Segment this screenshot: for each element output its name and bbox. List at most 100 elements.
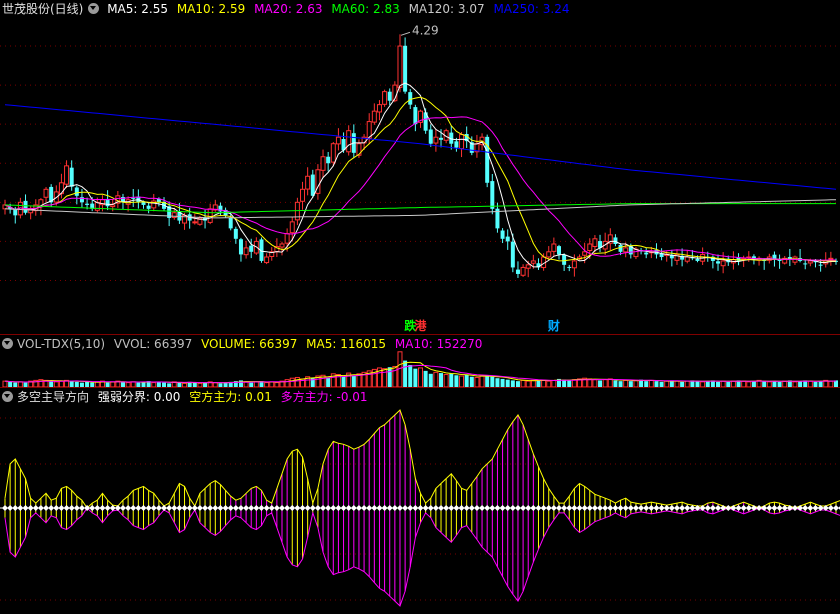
candle-body-up [43, 188, 49, 198]
legend-long: 多方主力: -0.01 [280, 390, 368, 404]
osc-zero-marker [94, 505, 101, 511]
osc-zero-marker [586, 505, 593, 511]
osc-zero-marker [761, 505, 768, 511]
osc-zero-marker [679, 505, 686, 511]
volume-bar-down [613, 380, 618, 387]
volume-bar-down [326, 377, 331, 387]
volume-bar-down [464, 374, 469, 387]
osc-zero-marker [812, 505, 819, 511]
vol-title[interactable]: VOL-TDX(5,10) [17, 337, 105, 351]
osc-zero-marker [484, 505, 491, 511]
volume-bar-up [602, 379, 608, 387]
osc-zero-marker [386, 505, 393, 511]
osc-zero-marker [381, 505, 388, 511]
osc-zero-marker [125, 505, 132, 511]
dropdown-icon[interactable] [88, 3, 100, 14]
price-panel[interactable]: 世茂股份(日线) MA5: 2.55 MA10: 2.59 MA20: 2.63… [0, 0, 840, 334]
candle-body-up [741, 257, 747, 260]
osc-lower-envelope [4, 507, 840, 607]
osc-zero-marker [232, 505, 239, 511]
volume-bar-down [408, 365, 413, 387]
osc-zero-marker [684, 505, 691, 511]
osc-zero-marker [196, 505, 203, 511]
osc-zero-marker [653, 505, 660, 511]
candle-body-up [330, 143, 336, 163]
osc-zero-marker [335, 505, 342, 511]
candle-body-down [146, 205, 151, 209]
dropdown-icon[interactable] [2, 338, 13, 349]
osc-zero-marker [802, 505, 809, 511]
candle-body-down [141, 202, 146, 205]
candle-body-up [376, 104, 382, 113]
osc-zero-marker [99, 505, 106, 511]
osc-title[interactable]: 多空主导方向 [17, 390, 89, 404]
event-badge[interactable]: 港 [415, 319, 427, 333]
legend-boundary: 强弱分界: 0.00 [97, 390, 181, 404]
legend-ma5: MA5: 2.55 [107, 2, 168, 16]
osc-zero-marker [202, 505, 209, 511]
osc-zero-marker [720, 505, 727, 511]
osc-zero-marker [32, 505, 39, 511]
price-stock-title[interactable]: 世茂股份(日线) [2, 2, 83, 16]
osc-zero-marker [371, 505, 378, 511]
osc-zero-marker [263, 505, 270, 511]
candle-body-down [500, 230, 505, 239]
osc-zero-marker [376, 505, 383, 511]
candle-body-up [279, 243, 285, 248]
osc-zero-marker [279, 505, 285, 511]
osc-zero-marker [494, 505, 501, 511]
candle-body-up [520, 266, 526, 276]
candle-body-up [320, 156, 326, 171]
volume-bar-down [387, 367, 392, 387]
osc-zero-marker [58, 505, 65, 511]
price-chart[interactable]: 4.29 [0, 0, 840, 334]
osc-zero-marker [581, 505, 588, 511]
candle-body-up [582, 251, 588, 256]
osc-zero-marker [540, 505, 547, 511]
candle-body-up [346, 130, 352, 153]
osc-zero-marker [258, 505, 265, 511]
candle-body-down [515, 269, 520, 274]
volume-bar-up [418, 367, 423, 387]
osc-zero-marker [391, 505, 398, 511]
osc-zero-marker [37, 505, 44, 511]
osc-zero-marker [576, 505, 583, 511]
candle-body-up [592, 238, 598, 248]
volume-bar-up [520, 379, 526, 387]
osc-zero-marker [186, 505, 193, 511]
oscillator-chart[interactable] [0, 388, 840, 614]
osc-zero-marker [607, 505, 614, 511]
candle-body-up [551, 243, 557, 252]
volume-bar-down [423, 370, 428, 387]
event-badge[interactable]: 财 [548, 319, 560, 333]
candle-body-down [387, 91, 392, 101]
osc-zero-marker [463, 505, 470, 511]
volume-bar-down [500, 378, 505, 387]
volume-panel[interactable]: VOL-TDX(5,10) VVOL: 66397 VOLUME: 66397 … [0, 334, 840, 387]
candle-body-down [85, 203, 90, 205]
osc-zero-marker [243, 505, 250, 511]
osc-zero-marker [63, 505, 70, 511]
candle-body-up [807, 260, 813, 264]
osc-zero-marker [237, 505, 244, 511]
candle-body-down [326, 156, 331, 164]
osc-zero-marker [191, 505, 198, 511]
osc-zero-marker [48, 505, 55, 511]
osc-zero-marker [617, 505, 624, 511]
osc-zero-marker [135, 505, 142, 511]
osc-zero-marker [520, 505, 527, 511]
candle-body-up [433, 136, 439, 144]
osc-zero-marker [725, 505, 732, 511]
oscillator-panel[interactable]: 多空主导方向 强弱分界: 0.00 空方主力: 0.01 多方主力: -0.01 [0, 387, 840, 614]
legend-ma20: MA20: 2.63 [254, 2, 323, 16]
osc-zero-marker [330, 505, 337, 511]
volume-bar-down [490, 376, 495, 387]
osc-zero-marker [181, 505, 188, 511]
candle-body-down [249, 245, 254, 252]
candle-body-down [310, 174, 315, 196]
osc-zero-marker [561, 505, 568, 511]
osc-zero-marker [155, 505, 162, 511]
osc-zero-marker [458, 505, 465, 511]
osc-zero-marker [612, 505, 619, 511]
dropdown-icon[interactable] [2, 391, 13, 402]
